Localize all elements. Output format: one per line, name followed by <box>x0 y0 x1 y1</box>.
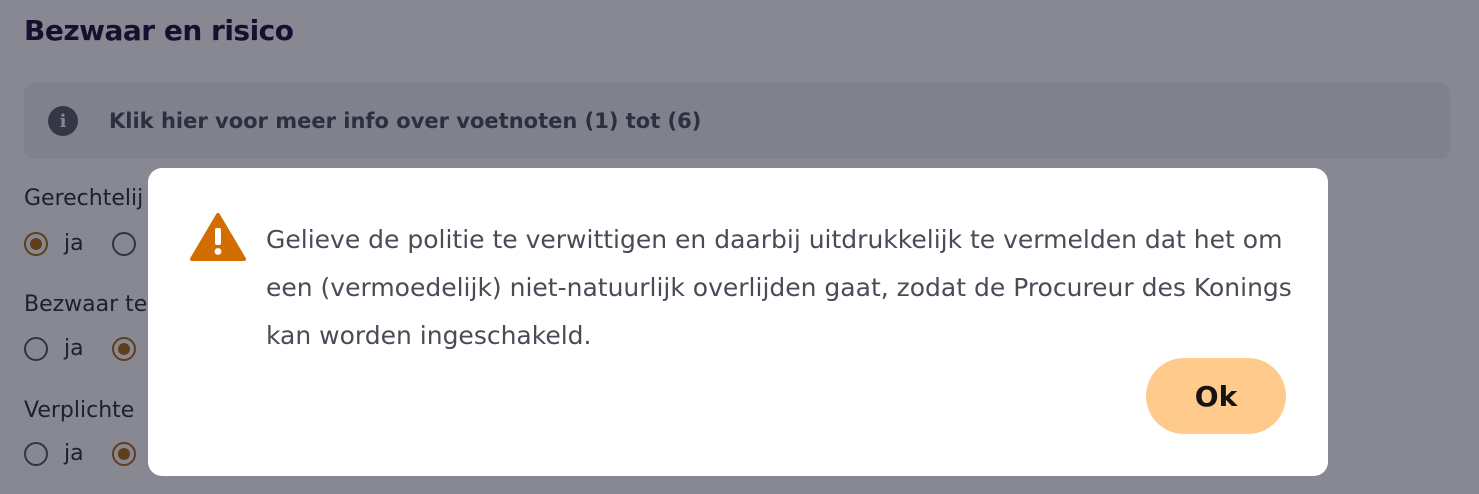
warning-icon <box>190 213 246 261</box>
alert-dialog: Gelieve de politie te verwittigen en daa… <box>148 168 1328 476</box>
dialog-message: Gelieve de politie te verwittigen en daa… <box>266 225 1292 350</box>
ok-button[interactable]: Ok <box>1146 358 1286 434</box>
